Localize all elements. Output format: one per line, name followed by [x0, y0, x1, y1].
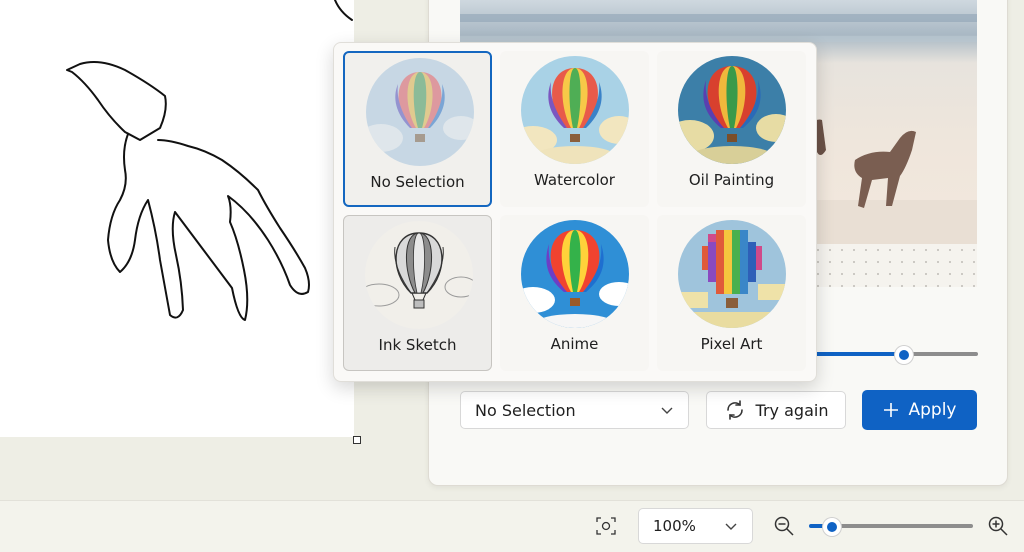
preview-dot-pattern	[800, 244, 977, 287]
hot-air-balloon-anime-icon	[521, 220, 629, 328]
style-option-pixel-art[interactable]: Pixel Art	[657, 215, 806, 371]
style-option-label: Watercolor	[534, 171, 615, 189]
zoom-level-value: 100%	[653, 517, 696, 535]
style-option-label: Anime	[550, 335, 599, 353]
zoom-in-icon[interactable]	[987, 515, 1009, 537]
style-option-no-selection[interactable]: No Selection	[343, 51, 492, 207]
zoom-slider[interactable]	[809, 518, 973, 536]
hot-air-balloon-ink-icon	[365, 221, 473, 329]
style-option-label: Ink Sketch	[378, 336, 457, 354]
fit-to-window-icon[interactable]	[596, 517, 616, 535]
style-option-label: Pixel Art	[700, 335, 763, 353]
zoom-out-icon[interactable]	[773, 515, 795, 537]
plus-icon	[883, 403, 898, 417]
style-flyout: No Selection Watercolor Oil Painting Ink…	[333, 42, 817, 382]
hot-air-balloon-watercolor-icon	[521, 56, 629, 164]
apply-label: Apply	[908, 400, 957, 420]
canvas-resize-handle[interactable]	[353, 436, 361, 444]
hand-sketch-drawing	[66, 0, 353, 321]
style-option-watercolor[interactable]: Watercolor	[500, 51, 649, 207]
style-option-oil-painting[interactable]: Oil Painting	[657, 51, 806, 207]
paint-window: No Selection Try again Apply No Selectio…	[0, 0, 1024, 552]
zoom-slider-thumb[interactable]	[823, 518, 841, 536]
refresh-icon	[726, 400, 743, 420]
hot-air-balloon-faded-icon	[366, 58, 474, 166]
style-option-label: No Selection	[370, 173, 465, 191]
creativity-slider-thumb[interactable]	[895, 346, 913, 364]
style-option-anime[interactable]: Anime	[500, 215, 649, 371]
zoom-level-dropdown[interactable]: 100%	[638, 508, 753, 544]
try-again-label: Try again	[755, 400, 829, 420]
style-option-label: Oil Painting	[688, 171, 775, 189]
apply-button[interactable]: Apply	[862, 390, 977, 430]
try-again-button[interactable]: Try again	[706, 391, 846, 429]
style-dropdown-value: No Selection	[475, 400, 576, 420]
hot-air-balloon-oil-icon	[678, 56, 786, 164]
chevron-down-icon	[661, 407, 673, 414]
style-option-ink-sketch[interactable]: Ink Sketch	[343, 215, 492, 371]
creativity-slider[interactable]	[800, 346, 978, 364]
style-dropdown[interactable]: No Selection	[460, 391, 689, 429]
chevron-down-icon	[725, 523, 737, 530]
hot-air-balloon-pixel-icon	[678, 220, 786, 328]
